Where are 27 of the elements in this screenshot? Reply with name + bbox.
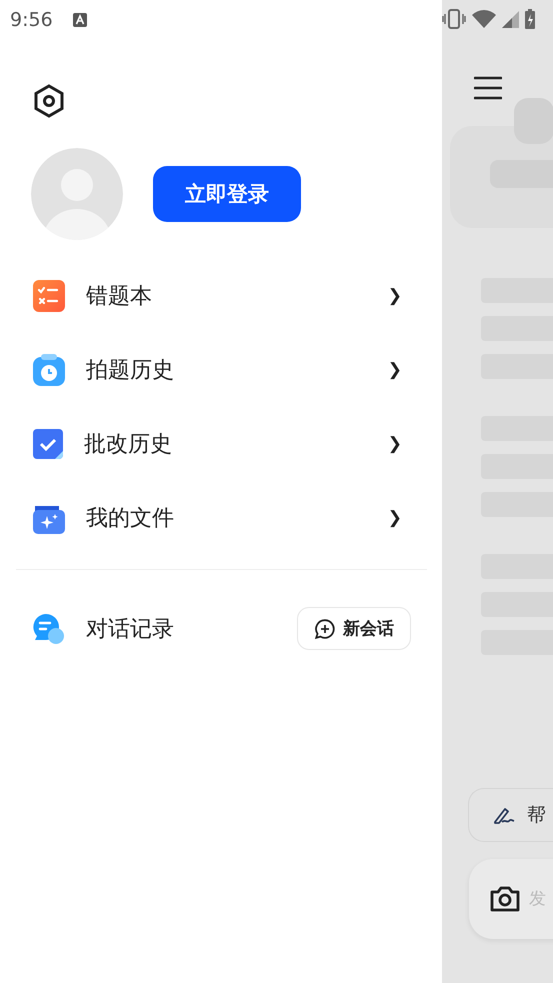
chat-bubbles-icon xyxy=(33,614,65,644)
chevron-icon: ❯ xyxy=(388,508,402,528)
plus-bubble-icon xyxy=(315,618,335,638)
camera-icon xyxy=(489,885,521,913)
vibrate-icon xyxy=(442,9,466,29)
chevron-icon: ❯ xyxy=(388,434,402,454)
clock-icon xyxy=(33,354,65,386)
pen-icon xyxy=(493,806,515,824)
checkbox-icon xyxy=(33,429,63,459)
chevron-icon: ❯ xyxy=(388,286,402,306)
chat-history-label: 对话记录 xyxy=(86,616,175,644)
settings-icon[interactable] xyxy=(33,84,65,118)
menu-item[interactable]: 批改历史 ❯ xyxy=(0,407,442,481)
menu-icon[interactable] xyxy=(474,76,502,100)
battery-icon xyxy=(525,9,535,29)
new-chat-button[interactable]: 新会话 xyxy=(297,607,411,650)
chevron-icon: ❯ xyxy=(388,360,402,380)
suggestion-chip[interactable]: 帮 xyxy=(468,788,553,842)
keyboard-notification-icon xyxy=(72,13,87,27)
status-time: 9:56 xyxy=(10,9,53,31)
login-button[interactable]: 立即登录 xyxy=(153,166,301,222)
checklist-icon xyxy=(33,280,65,312)
menu-item[interactable]: 错题本 ❯ xyxy=(0,259,442,333)
wifi-icon xyxy=(472,10,496,28)
menu-item[interactable]: 拍题历史 ❯ xyxy=(0,333,442,407)
menu-item[interactable]: 我的文件 ❯ xyxy=(0,481,442,555)
signal-icon xyxy=(502,10,519,28)
